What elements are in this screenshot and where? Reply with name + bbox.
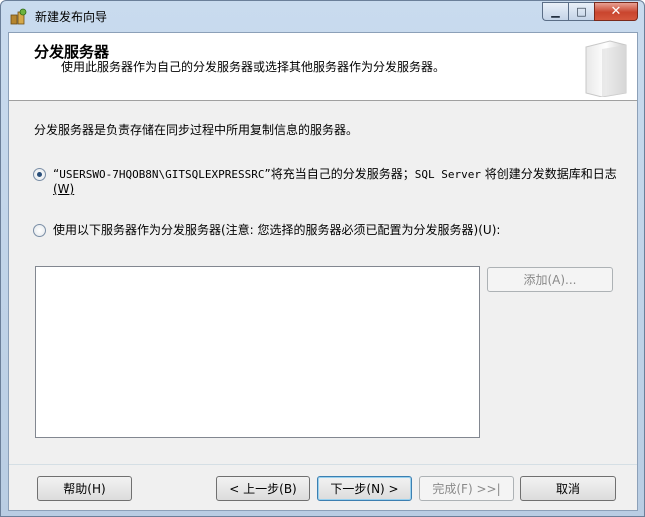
label-tail: 将创建分发数据库和日志 (480, 167, 617, 181)
maximize-icon: □ (576, 5, 587, 18)
page-subtitle: 使用此服务器作为自己的分发服务器或选择其他服务器作为分发服务器。 (61, 60, 446, 74)
option-self-distributor[interactable]: “USERSWO-7HQOB8N\GITSQLEXPRESSRC”将充当自己的分… (33, 167, 617, 196)
other-label-text: 使用以下服务器作为分发服务器(注意: 您选择的服务器必须已配置为分发服务器) (53, 223, 479, 237)
title-bar[interactable]: 新建发布向导 ▁ □ ✕ (1, 1, 644, 32)
close-button[interactable]: ✕ (594, 2, 638, 21)
option-other-distributor[interactable]: 使用以下服务器作为分发服务器(注意: 您选择的服务器必须已配置为分发服务器)(U… (33, 223, 500, 237)
footer-separator (9, 464, 637, 465)
radio-other-distributor[interactable] (33, 224, 46, 237)
close-icon: ✕ (610, 4, 622, 19)
wizard-header: 分发服务器 使用此服务器作为自己的分发服务器或选择其他服务器作为分发服务器。 (9, 33, 637, 101)
server-graphic-icon (585, 40, 627, 97)
minimize-icon: ▁ (551, 5, 560, 18)
finish-button[interactable]: 完成(F) >>| (419, 476, 514, 501)
window-title: 新建发布向导 (35, 10, 108, 24)
distributor-description: 分发服务器是负责存储在同步过程中所用复制信息的服务器。 (34, 123, 359, 137)
cancel-button[interactable]: 取消 (520, 476, 616, 501)
distributor-server-list[interactable] (35, 266, 480, 438)
option-self-distributor-label: “USERSWO-7HQOB8N\GITSQLEXPRESSRC”将充当自己的分… (53, 167, 617, 196)
window-controls: ▁ □ ✕ (542, 2, 638, 21)
accelerator-u: (U): (478, 223, 501, 237)
add-server-button[interactable]: 添加(A)... (487, 267, 613, 292)
back-button[interactable]: < 上一步(B) (216, 476, 310, 501)
radio-self-distributor[interactable] (33, 168, 46, 181)
accelerator-w: (W) (53, 182, 75, 196)
maximize-button[interactable]: □ (568, 2, 594, 21)
wizard-body: 分发服务器 使用此服务器作为自己的分发服务器或选择其他服务器作为分发服务器。 分… (8, 32, 638, 511)
wizard-window: 新建发布向导 ▁ □ ✕ 分发服务器 使用此服务器作为自己的分发服务器或选择其他… (0, 0, 645, 517)
wizard-app-icon (10, 8, 27, 25)
next-button[interactable]: 下一步(N) > (317, 476, 412, 501)
minimize-button[interactable]: ▁ (542, 2, 568, 21)
help-button[interactable]: 帮助(H) (37, 476, 132, 501)
server-name: USERSWO-7HQOB8N\GITSQLEXPRESSRC (59, 168, 265, 181)
label-mid: ”将充当自己的分发服务器； (264, 167, 415, 181)
sql-server-text: SQL Server (414, 168, 481, 181)
option-other-distributor-label: 使用以下服务器作为分发服务器(注意: 您选择的服务器必须已配置为分发服务器)(U… (53, 223, 500, 237)
